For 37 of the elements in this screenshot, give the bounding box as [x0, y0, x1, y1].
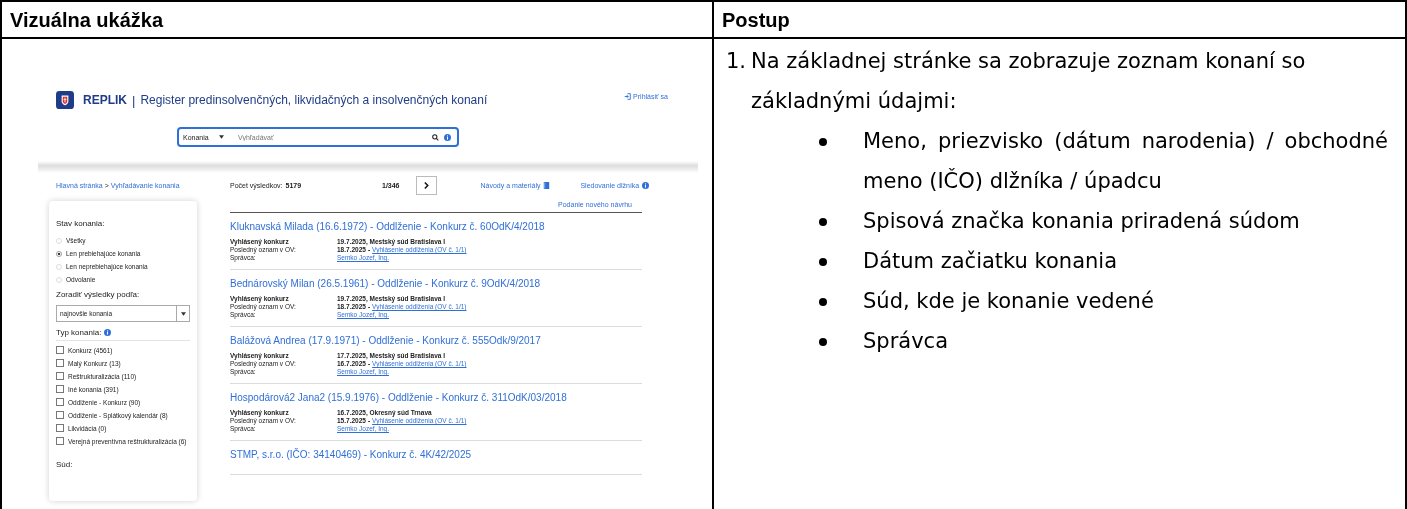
caret-icon: [180, 311, 186, 316]
title-separator: |: [132, 92, 136, 108]
bullet-icon: [819, 298, 827, 306]
bullet-icon: [819, 338, 827, 346]
result-title-link[interactable]: Kluknavská Milada (16.6.1972) - Oddlženie - Konkurz č. 60OdK/4/2018: [230, 221, 545, 232]
bullet-icon: [819, 218, 827, 226]
filter-title: Typ konania:: [56, 328, 102, 337]
bullet-icon: [819, 138, 827, 146]
bullet-text: Súd, kde je konanie vedené: [863, 288, 1155, 315]
column-header: Postup: [714, 2, 1407, 37]
chevron-right-icon: [423, 181, 429, 189]
result-title-link[interactable]: STMP, s.r.o. (IČO: 34140469) - Konkurz č. 4K/42/2025: [230, 449, 472, 460]
bullet-text: Dátum začiatku konania: [863, 248, 1119, 275]
caret-icon: [218, 135, 224, 139]
filter-title: Stav konania:: [56, 219, 106, 228]
bullet-text: Správca: [863, 328, 949, 355]
info-icon: [642, 181, 650, 189]
sign-in-icon: [624, 92, 632, 100]
book-icon: [543, 181, 551, 189]
filter-title: Zoradiť výsledky podľa:: [56, 290, 141, 299]
step-text: Na základnej stránke sa zobrazuje zoznam konaní so základnými údajmi:: [751, 48, 1307, 115]
info-icon: [104, 329, 112, 336]
result-title-link[interactable]: Hospodárová2 Jana2 (15.9.1976) - Oddlženie - Konkurz č. 311OdK/03/2018: [230, 392, 567, 403]
bullet-icon: [819, 258, 827, 266]
shield-logo-icon: [56, 91, 74, 109]
column-header: Vizuálna ukážka: [0, 2, 714, 37]
next-page-button[interactable]: [415, 175, 437, 195]
result-title-link[interactable]: Bednárovský Milan (26.5.1961) - Oddlženie - Konkurz č. 9OdK/4/2018: [230, 278, 541, 289]
site-title: Register predinsolvenčných, likvidačných a insolvenčných konaní: [140, 93, 488, 107]
bullet-text: Meno, priezvisko (dátum narodenia) / obchodné meno (IČO) dlžníka / úpadcu: [863, 128, 1388, 195]
info-icon[interactable]: [444, 133, 451, 141]
search-icon[interactable]: [432, 133, 439, 141]
step-number: 1.: [726, 48, 748, 75]
logo-text: REPLIK: [83, 93, 127, 107]
filter-title: Súd:: [56, 460, 74, 469]
bullet-text: Spisová značka konania priradená súdom: [863, 208, 1301, 235]
result-title-link[interactable]: Balážová Andrea (17.9.1971) - Oddlženie - Konkurz č. 555Odk/9/2017: [230, 335, 541, 346]
